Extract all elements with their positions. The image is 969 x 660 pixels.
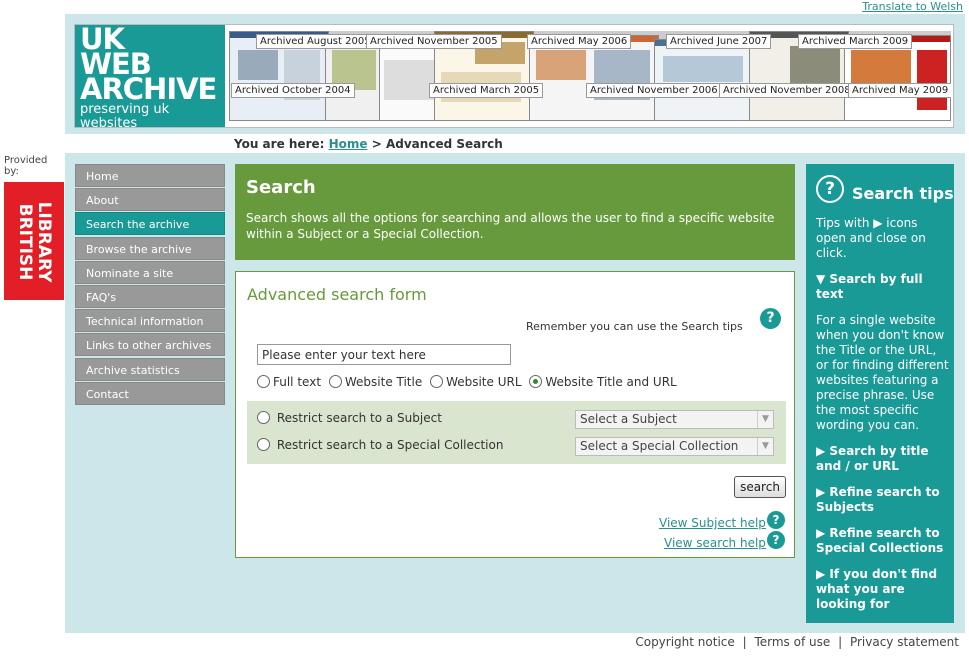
dropdown-arrow-icon: ▼ xyxy=(757,438,773,455)
radio-website-url[interactable] xyxy=(430,375,444,388)
restrict-collection-label: Restrict search to a Special Collection xyxy=(276,438,504,452)
search-type-radios: Full text Website Title Website URL Webs… xyxy=(257,375,681,389)
search-header-panel: Search Search shows all the options for … xyxy=(235,164,795,260)
nav-item-faqs[interactable]: FAQ's xyxy=(75,284,225,308)
restrict-panel: Restrict search to a Subject Select a Su… xyxy=(247,401,786,464)
archive-label[interactable]: Archived June 2007 xyxy=(666,34,772,49)
tip-toggle-collections[interactable]: ▶ Refine search to Special Collections xyxy=(816,526,949,556)
british-library-logo[interactable]: LIBRARY BRITISH xyxy=(4,182,64,300)
archive-thumb xyxy=(379,39,439,121)
search-button[interactable]: search xyxy=(734,476,786,498)
dropdown-arrow-icon: ▼ xyxy=(757,411,773,428)
nav-item-technical-info[interactable]: Technical information xyxy=(75,309,225,333)
archive-label[interactable]: Archived May 2009 xyxy=(848,83,951,98)
restrict-subject-label: Restrict search to a Subject xyxy=(276,411,442,425)
logo-line-archive: ARCHIVE xyxy=(80,72,217,106)
tip-full-text-body: For a single website when you don't know… xyxy=(816,313,949,432)
archive-label[interactable]: Archived November 2005 xyxy=(366,34,502,49)
breadcrumb-prefix: You are here: xyxy=(234,137,325,151)
nav-item-nominate-site[interactable]: Nominate a site xyxy=(75,260,225,284)
help-question-icon[interactable]: ? xyxy=(767,511,785,529)
restrict-collection-row: Restrict search to a Special Collection xyxy=(257,438,503,452)
terms-link[interactable]: Terms of use xyxy=(754,635,830,649)
archive-label[interactable]: Archived November 2006 xyxy=(586,83,722,98)
search-tips-body: Tips with ▶ icons open and close on clic… xyxy=(816,216,949,623)
uk-web-archive-logo[interactable]: UK WEB ARCHIVE preserving uk websites xyxy=(75,25,225,131)
archive-label[interactable]: Archived October 2004 xyxy=(231,83,355,98)
advanced-search-form: Advanced search form Remember you can us… xyxy=(235,271,795,558)
search-tips-panel: ? Search tips Tips with ▶ icons open and… xyxy=(806,164,954,623)
sidebar-nav: Home About Search the archive Browse the… xyxy=(75,164,225,406)
radio-label: Full text xyxy=(273,375,322,389)
footer-separator: | xyxy=(838,635,843,649)
restrict-subject-row: Restrict search to a Subject xyxy=(257,411,442,425)
radio-restrict-collection[interactable] xyxy=(257,438,270,451)
radio-label: Website URL xyxy=(446,375,522,389)
nav-item-about[interactable]: About xyxy=(75,188,225,212)
archive-label[interactable]: Archived March 2009 xyxy=(798,34,913,49)
search-description: Search shows all the options for searchi… xyxy=(246,211,775,241)
archive-label[interactable]: Archived August 2005 xyxy=(256,34,375,49)
search-help-link[interactable]: View search help xyxy=(664,536,766,550)
archive-thumb xyxy=(654,39,754,121)
provided-by-label: Provided by: xyxy=(4,155,48,177)
translate-welsh-link[interactable]: Translate to Welsh xyxy=(862,0,963,13)
radio-label: Website Title xyxy=(344,375,423,389)
breadcrumb-current: Advanced Search xyxy=(385,137,503,151)
nav-item-search-archive[interactable]: Search the archive xyxy=(75,212,225,236)
archive-label[interactable]: Archived March 2005 xyxy=(429,83,544,98)
radio-website-title[interactable] xyxy=(328,375,342,388)
banner-frame: UK WEB ARCHIVE preserving uk websites Ar… xyxy=(74,24,954,131)
radio-website-title-url[interactable] xyxy=(529,375,543,388)
british-library-text: LIBRARY BRITISH xyxy=(15,201,54,283)
bl-line1: LIBRARY xyxy=(34,201,54,283)
archive-label[interactable]: Archived May 2006 xyxy=(527,34,632,49)
archive-label[interactable]: Archived November 2008 xyxy=(719,83,855,98)
bl-line2: BRITISH xyxy=(15,203,35,281)
nav-item-statistics[interactable]: Archive statistics xyxy=(75,357,225,381)
help-question-icon[interactable]: ? xyxy=(760,308,781,329)
tips-intro: Tips with ▶ icons open and close on clic… xyxy=(816,216,926,260)
search-tips-title: Search tips xyxy=(852,184,954,203)
nav-item-browse-archive[interactable]: Browse the archive xyxy=(75,236,225,260)
nav-item-links[interactable]: Links to other archives xyxy=(75,333,225,357)
breadcrumb-home-link[interactable]: Home xyxy=(329,137,368,151)
radio-full-text[interactable] xyxy=(257,375,270,388)
radio-restrict-subject[interactable] xyxy=(257,411,270,424)
logo-tagline: preserving uk websites xyxy=(80,102,170,131)
help-question-icon: ? xyxy=(816,175,844,203)
collection-select[interactable]: Select a Special Collection ▼ xyxy=(575,437,774,456)
help-question-icon[interactable]: ? xyxy=(767,531,785,549)
tip-toggle-subjects[interactable]: ▶ Refine search to Subjects xyxy=(816,485,949,515)
archived-screenshots-strip: Archived August 2005 Archived November 2… xyxy=(229,31,951,121)
nav-item-contact[interactable]: Contact xyxy=(75,381,225,405)
remember-tips-text: Remember you can use the Search tips xyxy=(526,320,743,333)
header-banner: UK WEB ARCHIVE preserving uk websites Ar… xyxy=(65,14,965,134)
tip-toggle-full-text[interactable]: ▼ Search by full text xyxy=(816,272,949,302)
search-input[interactable] xyxy=(257,344,511,365)
nav-item-home[interactable]: Home xyxy=(75,164,225,187)
breadcrumb-separator: > xyxy=(371,137,382,151)
breadcrumb: You are here: Home > Advanced Search xyxy=(234,137,503,151)
privacy-link[interactable]: Privacy statement xyxy=(850,635,959,649)
radio-label: Website Title and URL xyxy=(545,375,677,389)
tip-toggle-not-found[interactable]: ▶ If you don't find what you are looking… xyxy=(816,567,949,612)
subject-select[interactable]: Select a Subject ▼ xyxy=(575,410,774,429)
subject-select-value: Select a Subject xyxy=(580,412,677,426)
tip-toggle-title-url[interactable]: ▶ Search by title and / or URL xyxy=(816,444,949,474)
subject-help-link[interactable]: View Subject help xyxy=(659,516,766,530)
copyright-link[interactable]: Copyright notice xyxy=(635,635,734,649)
footer: Copyright notice | Terms of use | Privac… xyxy=(635,635,959,649)
form-title: Advanced search form xyxy=(247,285,427,304)
search-title: Search xyxy=(246,177,316,198)
collection-select-value: Select a Special Collection xyxy=(580,439,739,453)
footer-separator: | xyxy=(742,635,747,649)
